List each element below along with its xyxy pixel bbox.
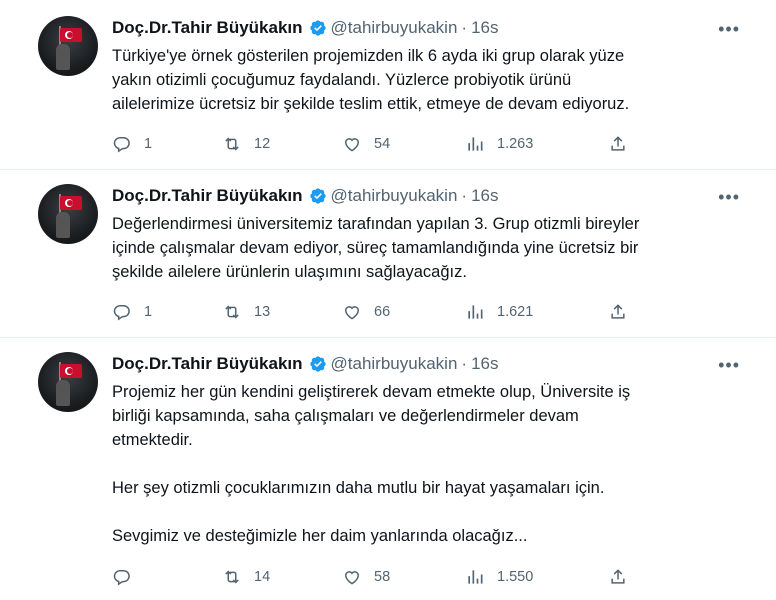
tweet-text-line: etmektedir. xyxy=(112,431,193,449)
tweet-text-line: Sevgimiz ve desteğimizle her daim yanlar… xyxy=(112,527,528,545)
tweet[interactable]: Doç.Dr.Tahir Büyükakın @tahirbuyukakin ·… xyxy=(0,338,776,600)
share-icon xyxy=(611,304,625,319)
tweet-text-line: Projemiz her gün kendini geliştirerek de… xyxy=(112,383,631,401)
retweet-button[interactable]: 13 xyxy=(222,301,270,323)
share-button[interactable] xyxy=(608,566,628,588)
like-button[interactable]: 66 xyxy=(342,301,390,323)
reply-button[interactable] xyxy=(112,566,144,588)
tweet-text-line: ailelerimize ücretsiz bir şekilde teslim… xyxy=(112,95,630,113)
reply-count: 1 xyxy=(144,136,153,152)
tweet-header: Doç.Dr.Tahir Büyükakın @tahirbuyukakin ·… xyxy=(112,184,499,208)
tweet-text-line: Türkiye'ye örnek gösterilen projemizden … xyxy=(112,47,625,65)
tweet[interactable]: Doç.Dr.Tahir Büyükakın @tahirbuyukakin ·… xyxy=(0,0,776,170)
timestamp[interactable]: 16s xyxy=(471,354,498,374)
author-handle[interactable]: @tahirbuyukakin xyxy=(331,354,458,374)
author-name[interactable]: Doç.Dr.Tahir Büyükakın xyxy=(112,354,303,374)
author-name[interactable]: Doç.Dr.Tahir Büyükakın xyxy=(112,18,303,38)
views-icon xyxy=(468,305,483,319)
retweet-count: 13 xyxy=(254,304,271,320)
like-button[interactable]: 54 xyxy=(342,133,390,155)
tweet-text-line: Her şey otizmli çocuklarımızın daha mutl… xyxy=(112,479,605,497)
share-icon xyxy=(611,569,625,584)
tweet-feed: Doç.Dr.Tahir Büyükakın @tahirbuyukakin ·… xyxy=(0,0,776,600)
views-count: 1.621 xyxy=(497,304,534,320)
views-count: 1.263 xyxy=(497,136,534,152)
views-button[interactable]: 1.621 xyxy=(465,301,533,323)
tweet-text: Projemiz her gün kendini geliştirerek de… xyxy=(112,380,732,548)
separator-dot: · xyxy=(461,18,468,37)
share-icon xyxy=(611,136,625,151)
views-button[interactable]: 1.550 xyxy=(465,566,533,588)
views-icon xyxy=(468,570,483,584)
reply-count: 1 xyxy=(144,304,153,320)
verified-badge-icon xyxy=(309,20,326,36)
timestamp[interactable]: 16s xyxy=(471,186,498,206)
separator-dot: · xyxy=(461,354,468,373)
views-count: 1.550 xyxy=(497,569,534,585)
retweet-button[interactable]: 14 xyxy=(222,566,270,588)
tweet-text-line: yakın otizimli çocuğumuz faydalandı. Yüz… xyxy=(112,71,572,89)
like-button[interactable]: 58 xyxy=(342,566,390,588)
avatar[interactable] xyxy=(38,352,98,412)
like-count: 58 xyxy=(374,569,391,585)
tweet-header: Doç.Dr.Tahir Büyükakın @tahirbuyukakin ·… xyxy=(112,352,499,376)
avatar[interactable] xyxy=(38,184,98,244)
tweet-actions: 1 12 54 1.263 xyxy=(112,133,642,155)
tweet-text-line: şekilde ailelere ürünlerin ulaşımını sağ… xyxy=(112,263,467,281)
views-button[interactable]: 1.263 xyxy=(465,133,533,155)
tweet-actions: 14 58 1.550 xyxy=(112,566,642,588)
author-handle[interactable]: @tahirbuyukakin xyxy=(331,18,458,38)
tweet-header: Doç.Dr.Tahir Büyükakın @tahirbuyukakin ·… xyxy=(112,16,499,40)
reply-icon xyxy=(113,137,130,153)
retweet-icon xyxy=(225,305,239,319)
more-icon[interactable]: ••• xyxy=(718,20,740,38)
verified-badge-icon xyxy=(309,356,326,372)
retweet-count: 14 xyxy=(254,569,271,585)
like-icon xyxy=(344,306,360,320)
tweet-text: Değerlendirmesi üniversitemiz tarafından… xyxy=(112,212,732,284)
retweet-icon xyxy=(225,137,239,151)
tweet-actions: 1 13 66 1.621 xyxy=(112,301,642,323)
tweet-text-line: birliği kapsamında, saha çalışmaları ve … xyxy=(112,407,579,425)
more-icon[interactable]: ••• xyxy=(718,188,740,206)
verified-badge-icon xyxy=(309,188,326,204)
author-handle[interactable]: @tahirbuyukakin xyxy=(331,186,458,206)
share-button[interactable] xyxy=(608,133,628,155)
reply-button[interactable]: 1 xyxy=(112,133,152,155)
avatar[interactable] xyxy=(38,16,98,76)
share-button[interactable] xyxy=(608,301,628,323)
tweet-text: Türkiye'ye örnek gösterilen projemizden … xyxy=(112,44,732,116)
author-name[interactable]: Doç.Dr.Tahir Büyükakın xyxy=(112,186,303,206)
timestamp[interactable]: 16s xyxy=(471,18,498,38)
like-count: 54 xyxy=(374,136,391,152)
views-icon xyxy=(468,137,483,151)
tweet-text-line: içinde çalışmalar devam ediyor, süreç ta… xyxy=(112,239,639,257)
more-icon[interactable]: ••• xyxy=(718,356,740,374)
retweet-icon xyxy=(225,570,239,584)
separator-dot: · xyxy=(461,186,468,205)
retweet-count: 12 xyxy=(254,136,271,152)
tweet[interactable]: Doç.Dr.Tahir Büyükakın @tahirbuyukakin ·… xyxy=(0,170,776,338)
retweet-button[interactable]: 12 xyxy=(222,133,270,155)
like-icon xyxy=(344,571,360,585)
like-icon xyxy=(344,138,360,152)
like-count: 66 xyxy=(374,304,391,320)
reply-icon xyxy=(113,305,130,321)
reply-icon xyxy=(113,570,130,586)
tweet-text-line: Değerlendirmesi üniversitemiz tarafından… xyxy=(112,215,640,233)
reply-button[interactable]: 1 xyxy=(112,301,152,323)
